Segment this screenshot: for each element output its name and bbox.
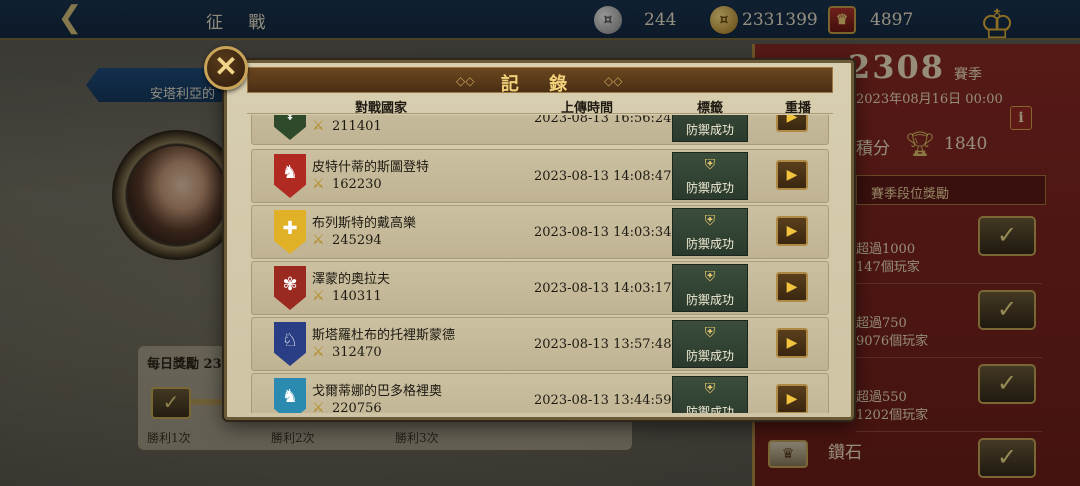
result-tag: ⛨ 防禦成功 — [672, 320, 748, 368]
power-value: 162230 — [332, 177, 382, 192]
battle-record-modal: ◇◇ 記 錄 ◇◇ 對戰國家 上傳時間 標籤 重播 ♆ ⚔ 211401 202… — [224, 60, 854, 420]
upload-time: 2023-08-13 13:57:48 — [534, 337, 672, 352]
shield-badge-icon: ⛨ — [704, 269, 716, 285]
replay-button[interactable]: ▶ — [776, 115, 808, 132]
record-list[interactable]: ♆ ⚔ 211401 2023-08-13 16:56:24 ⛨ 防禦成功 ▶ … — [251, 115, 831, 413]
ornament-icon: ◇◇ — [604, 74, 623, 88]
nation-shield-icon: ♆ — [274, 115, 306, 140]
table-row: ♆ ⚔ 211401 2023-08-13 16:56:24 ⛨ 防禦成功 ▶ — [251, 115, 829, 145]
table-row: ♘ 斯塔羅杜布的托裡斯蒙德 ⚔ 312470 2023-08-13 13:57:… — [251, 317, 829, 371]
crossed-swords-icon: ⚔ — [312, 400, 325, 413]
close-button[interactable]: ✕ — [204, 46, 248, 90]
result-tag: ⛨ 防禦成功 — [672, 152, 748, 200]
table-row: ♞ 戈爾蒂娜的巴多格裡奧 ⚔ 220756 2023-08-13 13:44:5… — [251, 373, 829, 413]
result-tag: ⛨ 防禦成功 — [672, 376, 748, 413]
shield-badge-icon: ⛨ — [704, 325, 716, 341]
result-tag-text: 防禦成功 — [685, 405, 734, 413]
nation-shield-icon: ✚ — [274, 210, 306, 254]
result-tag-text: 防禦成功 — [685, 181, 734, 195]
nation-shield-icon: ♘ — [274, 322, 306, 366]
column-upload-time: 上傳時間 — [561, 101, 614, 116]
nation-shield-icon: ✾ — [274, 266, 306, 310]
crossed-swords-icon: ⚔ — [312, 176, 325, 192]
replay-button[interactable]: ▶ — [776, 160, 808, 190]
column-opponent: 對戰國家 — [355, 101, 408, 116]
result-tag: ⛨ 防禦成功 — [672, 264, 748, 312]
power-value: 245294 — [332, 233, 382, 248]
modal-header: ◇◇ 記 錄 ◇◇ — [247, 67, 833, 95]
nation-name: 澤蒙的奧拉夫 — [312, 272, 391, 287]
result-tag: ⛨ 防禦成功 — [672, 208, 748, 256]
shield-badge-icon: ⛨ — [704, 213, 716, 229]
shield-badge-icon: ⛨ — [704, 157, 716, 173]
crossed-swords-icon: ⚔ — [312, 232, 325, 248]
table-row: ♞ 皮特什蒂的斯圖登特 ⚔ 162230 2023-08-13 14:08:47… — [251, 149, 829, 203]
upload-time: 2023-08-13 16:56:24 — [534, 115, 672, 126]
upload-time: 2023-08-13 14:03:17 — [534, 281, 672, 296]
crossed-swords-icon: ⚔ — [312, 344, 325, 360]
nation-shield-icon: ♞ — [274, 378, 306, 413]
replay-button[interactable]: ▶ — [776, 384, 808, 413]
replay-button[interactable]: ▶ — [776, 272, 808, 302]
power-value: 220756 — [332, 401, 382, 413]
crossed-swords-icon: ⚔ — [312, 288, 325, 304]
nation-name: 布列斯特的戴高樂 — [312, 216, 417, 231]
nation-shield-icon: ♞ — [274, 154, 306, 198]
table-header: 對戰國家 上傳時間 標籤 重播 — [247, 96, 833, 116]
column-tag: 標籤 — [697, 101, 724, 116]
nation-name: 斯塔羅杜布的托裡斯蒙德 — [312, 328, 456, 343]
column-replay: 重播 — [785, 101, 812, 116]
upload-time: 2023-08-13 13:44:59 — [534, 393, 672, 408]
table-row: ✚ 布列斯特的戴高樂 ⚔ 245294 2023-08-13 14:03:34 … — [251, 205, 829, 259]
upload-time: 2023-08-13 14:08:47 — [534, 169, 672, 184]
result-tag-text: 防禦成功 — [685, 293, 734, 307]
result-tag-text: 防禦成功 — [685, 349, 734, 363]
result-tag-text: 防禦成功 — [685, 123, 734, 137]
replay-button[interactable]: ▶ — [776, 328, 808, 358]
power-value: 140311 — [332, 289, 382, 304]
result-tag: ⛨ 防禦成功 — [672, 115, 748, 142]
nation-name: 戈爾蒂娜的巴多格裡奧 — [312, 384, 443, 399]
modal-title: 記 錄 — [500, 74, 580, 95]
result-tag-text: 防禦成功 — [685, 237, 734, 251]
table-row: ✾ 澤蒙的奧拉夫 ⚔ 140311 2023-08-13 14:03:17 ⛨ … — [251, 261, 829, 315]
upload-time: 2023-08-13 14:03:34 — [534, 225, 672, 240]
nation-name: 皮特什蒂的斯圖登特 — [312, 160, 430, 175]
power-value: 211401 — [332, 119, 382, 134]
replay-button[interactable]: ▶ — [776, 216, 808, 246]
power-value: 312470 — [332, 345, 382, 360]
crossed-swords-icon: ⚔ — [312, 118, 325, 134]
shield-badge-icon: ⛨ — [704, 381, 716, 397]
